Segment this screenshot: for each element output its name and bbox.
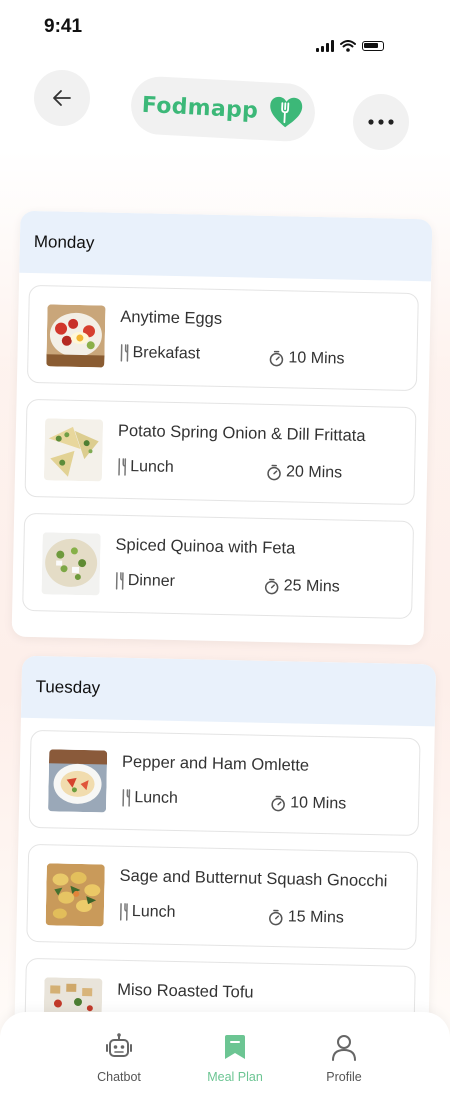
day-panel-tuesday: Tuesday Pepper and Ham Omlette Lunch 10 … [13, 655, 437, 1065]
nav-label: Chatbot [97, 1070, 141, 1084]
meal-type-label: Lunch [129, 458, 174, 476]
utensils-icon [115, 572, 124, 590]
meal-time: 20 Mins [266, 463, 342, 483]
meal-time: 25 Mins [264, 577, 340, 597]
meal-type: Brekafast [119, 344, 200, 364]
meal-time-label: 20 Mins [285, 463, 343, 482]
day-header: Tuesday [20, 655, 437, 727]
battery-icon [362, 41, 384, 51]
more-dots-icon [368, 119, 394, 125]
meal-time: 10 Mins [268, 349, 345, 369]
bottom-navigation: Chatbot Meal Plan Profile [0, 1012, 450, 1106]
app-logo: Fodmapp [129, 75, 317, 143]
utensils-icon [119, 903, 128, 921]
status-icons [316, 40, 384, 52]
nav-label: Meal Plan [207, 1070, 263, 1084]
meal-name: Spiced Quinoa with Feta [115, 535, 296, 558]
status-time: 9:41 [44, 16, 83, 37]
nav-label: Profile [326, 1070, 362, 1084]
meal-image [46, 304, 106, 368]
meal-type-label: Dinner [127, 572, 176, 591]
meal-image [47, 749, 108, 813]
more-options-button[interactable] [353, 94, 409, 150]
nav-item-chatbot[interactable]: Chatbot [74, 1032, 164, 1084]
meal-card[interactable]: Sage and Butternut Squash Gnocchi Lunch … [26, 843, 419, 951]
meal-type-label: Lunch [134, 789, 179, 807]
timer-icon [269, 909, 283, 925]
nav-item-profile[interactable]: Profile [299, 1032, 389, 1084]
meal-name: Pepper and Ham Omlette [121, 752, 310, 775]
day-panel-monday: Monday Anytime Eggs Brekafast 10 Mins Po… [11, 210, 433, 646]
timer-icon [267, 464, 281, 480]
meal-card[interactable]: Pepper and Ham Omlette Lunch 10 Mins [28, 729, 421, 837]
meal-image [43, 418, 104, 482]
meal-type: Lunch [119, 903, 176, 922]
meal-image [45, 863, 105, 927]
meal-name: Sage and Butternut Squash Gnocchi [119, 866, 388, 891]
back-button[interactable] [34, 70, 90, 126]
meal-time-label: 10 Mins [290, 794, 347, 813]
meal-card[interactable]: Anytime Eggs Brekafast 10 Mins [26, 284, 419, 392]
bookmark-icon [225, 1035, 245, 1059]
meal-card[interactable]: Spiced Quinoa with Feta Dinner 25 Mins [22, 512, 415, 620]
meal-type-label: Brekafast [132, 344, 201, 363]
robot-icon [106, 1033, 132, 1057]
timer-icon [264, 578, 279, 594]
signal-icon [316, 40, 334, 52]
nav-item-meal-plan[interactable]: Meal Plan [190, 1032, 280, 1084]
meal-type: Dinner [115, 572, 176, 591]
meal-type: Lunch [117, 458, 174, 477]
arrow-left-icon [53, 90, 71, 106]
utensils-icon [122, 789, 131, 807]
meal-type: Lunch [121, 789, 178, 808]
meal-time-label: 15 Mins [287, 908, 345, 927]
meal-image [41, 532, 101, 596]
timer-icon [271, 795, 285, 811]
timer-icon [269, 350, 284, 366]
utensils-icon [118, 458, 127, 476]
meal-name: Potato Spring Onion & Dill Frittata [117, 421, 366, 446]
meal-name: Miso Roasted Tofu [117, 980, 254, 1002]
heart-fork-icon [270, 96, 303, 128]
meal-time: 15 Mins [268, 908, 344, 928]
app-name: Fodmapp [141, 92, 259, 124]
day-header: Monday [19, 210, 433, 282]
meal-type-label: Lunch [131, 903, 176, 921]
meal-time: 10 Mins [270, 794, 346, 814]
meal-name: Anytime Eggs [120, 307, 223, 328]
user-icon [332, 1035, 356, 1061]
wifi-icon [340, 40, 356, 52]
utensils-icon [120, 344, 129, 362]
meal-time-label: 10 Mins [288, 349, 345, 368]
meal-card[interactable]: Potato Spring Onion & Dill Frittata Lunc… [24, 398, 417, 506]
meal-time-label: 25 Mins [283, 577, 340, 596]
